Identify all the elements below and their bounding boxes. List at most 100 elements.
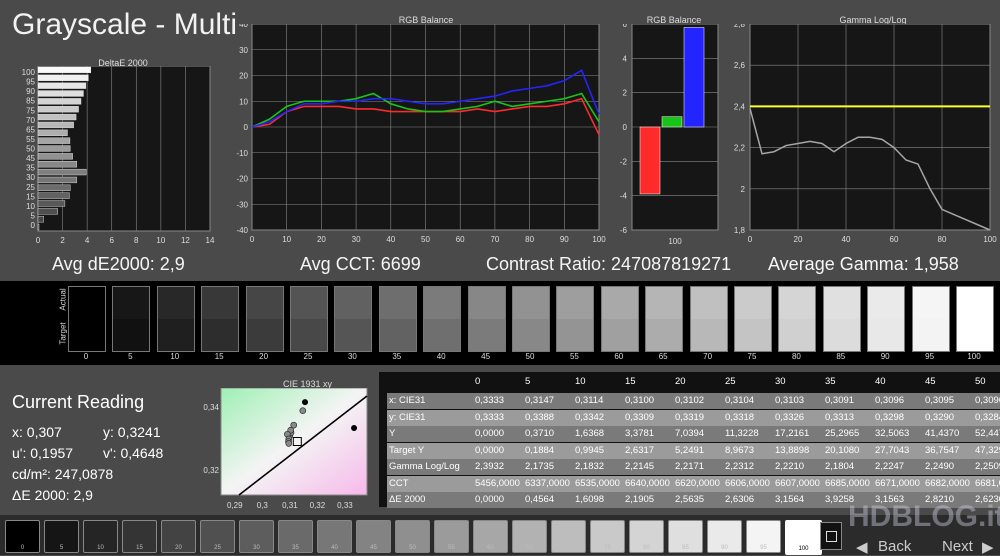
tick-label: 35 bbox=[26, 164, 35, 173]
deltae-bar bbox=[37, 161, 78, 168]
tick-label: -20 bbox=[236, 175, 248, 184]
tick-label: 10 bbox=[239, 97, 248, 106]
tick-label: 95 bbox=[26, 78, 35, 87]
deltae-bar bbox=[37, 74, 89, 81]
table-cell: 0,3326 bbox=[775, 411, 805, 423]
tick-label: -10 bbox=[236, 149, 248, 158]
column-header: 30 bbox=[775, 376, 786, 387]
tick-label: 20 bbox=[239, 72, 248, 81]
patch-thumbnail-button[interactable]: 100 bbox=[785, 520, 822, 555]
stop-icon[interactable] bbox=[820, 522, 842, 550]
thumbnail-label: 35 bbox=[292, 545, 299, 551]
table-cell: 2,2490 bbox=[925, 461, 955, 472]
deltae-bar bbox=[37, 184, 71, 191]
tick-label: 0,31 bbox=[282, 501, 298, 510]
actual-patch bbox=[468, 287, 505, 319]
target-patch bbox=[424, 319, 461, 351]
table-cell: 47,329 bbox=[975, 444, 1000, 456]
grayscale-swatch bbox=[378, 286, 417, 352]
target-patch bbox=[157, 319, 194, 351]
patch-thumbnail-button[interactable]: 70 bbox=[551, 520, 586, 553]
patch-thumbnail-button[interactable]: 45 bbox=[356, 520, 391, 553]
table-cell: 6535,0000 bbox=[575, 477, 620, 489]
patch-thumbnail-button[interactable]: 90 bbox=[707, 520, 742, 553]
swatch-label: 80 bbox=[791, 352, 801, 361]
deltae-bar bbox=[37, 129, 68, 136]
tick-label: 50 bbox=[26, 145, 35, 154]
swatch-label: 40 bbox=[436, 352, 446, 361]
table-cell: 0,0000 bbox=[475, 494, 505, 505]
table-cell: 2,2145 bbox=[625, 461, 655, 472]
patch-thumbnail-button[interactable]: 65 bbox=[512, 520, 547, 553]
target-patch bbox=[646, 319, 683, 351]
tick-label: 70 bbox=[490, 235, 499, 244]
patch-thumbnail-button[interactable]: 95 bbox=[746, 520, 781, 553]
tick-label: 6 bbox=[109, 236, 114, 245]
deltae-bar bbox=[37, 121, 74, 129]
swatch-label: 55 bbox=[569, 352, 579, 361]
patch-thumbnail-button[interactable]: 15 bbox=[122, 520, 157, 553]
patch-thumbnail-button[interactable]: 60 bbox=[473, 520, 508, 553]
table-cell: 52,447 bbox=[975, 428, 1000, 439]
tick-label: 30 bbox=[26, 173, 35, 182]
target-patch bbox=[468, 319, 505, 351]
patch-thumbnail-button[interactable]: 25 bbox=[200, 520, 235, 553]
column-header: 15 bbox=[625, 376, 636, 387]
thumbnail-label: 80 bbox=[643, 545, 650, 551]
target-patch bbox=[69, 319, 105, 351]
patch-thumbnail-button[interactable]: 75 bbox=[590, 520, 625, 553]
table-cell: 0,4564 bbox=[525, 494, 555, 505]
table-cell: 6640,0000 bbox=[625, 477, 670, 489]
target-patch bbox=[690, 319, 727, 351]
grayscale-swatch bbox=[68, 286, 106, 352]
tick-label: 40 bbox=[842, 235, 851, 244]
patch-thumbnail-button[interactable]: 10 bbox=[83, 520, 118, 553]
target-patch bbox=[601, 319, 638, 351]
tick-label: 0 bbox=[31, 221, 36, 230]
table-cell: 2,1804 bbox=[825, 461, 855, 472]
patch-thumbnail-button[interactable]: 0 bbox=[5, 520, 40, 553]
target-patch bbox=[202, 319, 239, 351]
column-header: 50 bbox=[975, 376, 986, 387]
table-cell: 32,5063 bbox=[875, 428, 910, 439]
grayscale-swatch bbox=[778, 286, 817, 352]
back-arrow-icon[interactable]: ◀ bbox=[856, 538, 868, 556]
grayscale-swatch bbox=[956, 286, 994, 352]
patch-thumbnail-button[interactable]: 20 bbox=[161, 520, 196, 553]
table-cell: 27,7043 bbox=[875, 444, 910, 456]
table-cell: 6607,0000 bbox=[775, 477, 820, 489]
target-patch bbox=[513, 319, 549, 351]
tick-label: 10 bbox=[282, 235, 291, 244]
column-header: 35 bbox=[825, 376, 836, 387]
tick-label: -2 bbox=[620, 157, 628, 166]
patch-thumbnail-button[interactable]: 80 bbox=[629, 520, 664, 553]
grayscale-swatch bbox=[423, 286, 462, 352]
deltae-chart: 0 2 4 6 8 10 12 1410095908575706555504535302515… bbox=[22, 66, 215, 245]
plot-area bbox=[749, 24, 991, 231]
table-cell: 0,3284 bbox=[975, 411, 1000, 423]
swatch-label: 20 bbox=[259, 352, 269, 361]
patch-thumbnail-button[interactable]: 35 bbox=[278, 520, 313, 553]
contrast-ratio-stat: Contrast Ratio: 247087819271 bbox=[486, 254, 732, 274]
patch-thumbnail-button[interactable]: 30 bbox=[239, 520, 274, 553]
patch-thumbnail-button[interactable]: 40 bbox=[317, 520, 352, 553]
actual-patch bbox=[202, 287, 239, 319]
back-button[interactable]: Back bbox=[878, 538, 911, 555]
reading-v: v': 0,4648 bbox=[103, 445, 164, 461]
patch-thumbnail-button[interactable]: 50 bbox=[395, 520, 430, 553]
table-cell: 0,1884 bbox=[525, 444, 555, 456]
table-cell: 2,5635 bbox=[675, 494, 705, 505]
next-button[interactable]: Next bbox=[942, 538, 973, 555]
actual-patch bbox=[424, 287, 461, 319]
tick-label: 0,33 bbox=[337, 501, 353, 510]
tick-label: 0,34 bbox=[203, 403, 219, 412]
thumbnail-label: 45 bbox=[370, 545, 377, 551]
patch-thumbnail-button[interactable]: 85 bbox=[668, 520, 703, 553]
patch-thumbnail-button[interactable]: 55 bbox=[434, 520, 469, 553]
thumbnail-label: 5 bbox=[59, 545, 64, 551]
next-arrow-icon[interactable]: ▶ bbox=[982, 538, 994, 556]
tick-label: 0 bbox=[250, 235, 255, 244]
tick-label: 2 bbox=[623, 89, 628, 98]
actual-patch bbox=[823, 287, 860, 319]
patch-thumbnail-button[interactable]: 5 bbox=[44, 520, 79, 553]
